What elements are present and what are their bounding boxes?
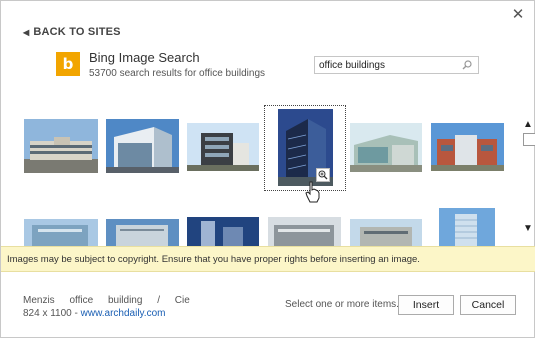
result-count: 53700 search results for office building…	[89, 68, 266, 79]
zoom-in-icon[interactable]	[316, 168, 330, 182]
image-result-thumbnail[interactable]	[187, 217, 259, 247]
image-result-thumbnail[interactable]	[106, 219, 179, 247]
close-icon: ✕	[511, 6, 525, 23]
source-title: Bing Image Search	[89, 50, 200, 65]
image-result-thumbnail[interactable]	[106, 119, 179, 173]
scroll-up-arrow-icon[interactable]: ▲	[523, 119, 533, 130]
insert-pictures-dialog: ✕ ◀ BACK TO SITES b Bing Image Search 53…	[0, 0, 535, 338]
hand-cursor-icon	[305, 181, 320, 203]
cancel-button[interactable]: Cancel	[460, 295, 516, 315]
close-button[interactable]: ✕	[510, 7, 526, 23]
back-to-sites-link[interactable]: ◀ BACK TO SITES	[23, 26, 121, 38]
bing-logo-letter: b	[62, 55, 74, 73]
chevron-left-icon: ◀	[23, 27, 30, 37]
image-result-thumbnail[interactable]	[439, 208, 495, 247]
image-result-thumbnail[interactable]	[350, 123, 422, 172]
back-to-sites-label: BACK TO SITES	[33, 26, 121, 38]
selected-image-dimensions: 824 x 1100 -	[23, 308, 81, 319]
selected-image-frame	[264, 105, 346, 191]
copyright-notice: Images may be subject to copyright. Ensu…	[1, 246, 535, 272]
scroll-down-arrow-icon[interactable]: ▼	[523, 223, 533, 234]
scrollbar-thumb[interactable]	[523, 133, 535, 146]
selected-image-details: 824 x 1100 - www.archdaily.com	[23, 308, 165, 319]
image-result-thumbnail[interactable]	[431, 123, 504, 171]
selection-status: Select one or more items.	[285, 299, 399, 310]
source-link[interactable]: www.archdaily.com	[81, 308, 166, 319]
search-icon[interactable]	[462, 60, 472, 70]
insert-button[interactable]: Insert	[398, 295, 454, 315]
image-result-thumbnail[interactable]	[268, 217, 341, 247]
image-result-thumbnail[interactable]	[24, 119, 98, 173]
search-box[interactable]	[314, 56, 479, 74]
image-result-thumbnail[interactable]	[350, 219, 422, 247]
image-result-thumbnail[interactable]	[187, 123, 259, 171]
search-input[interactable]	[315, 59, 460, 71]
selected-image-name: Menzis office building / Cie	[23, 295, 190, 306]
bing-logo: b	[56, 52, 80, 76]
image-result-thumbnail[interactable]	[24, 219, 98, 247]
